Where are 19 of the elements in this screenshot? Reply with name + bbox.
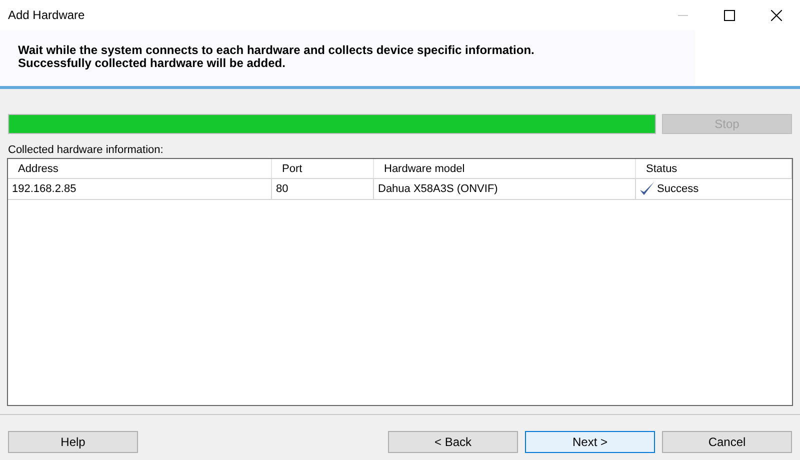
instruction-text: Wait while the system connects to each hardware and collects device specific information. [18,44,536,57]
instruction-text: Successfully collected hardware will be added. [18,57,286,70]
back-button[interactable]: < Back [388,431,518,453]
column-header[interactable]: Status [636,159,792,178]
column-header[interactable]: Hardware model [374,159,636,178]
table-cell: 192.168.2.85 [8,179,272,199]
next-button[interactable]: Next > [525,431,655,453]
cancel-button[interactable]: Cancel [662,431,792,453]
maximize-icon[interactable] [724,10,735,20]
column-header[interactable]: Port [272,159,374,178]
table-cell-text: Success [657,182,699,197]
table-caption: Collected hardware information: [8,143,164,157]
window-title: Add Hardware [8,7,86,24]
close-icon[interactable] [771,10,782,20]
table-cell: 80 [272,179,374,199]
column-header[interactable]: Address [8,159,272,178]
help-button[interactable]: Help [8,431,138,453]
table-cell: Dahua X58A3S (ONVIF) [374,179,636,199]
check-icon [639,181,655,197]
